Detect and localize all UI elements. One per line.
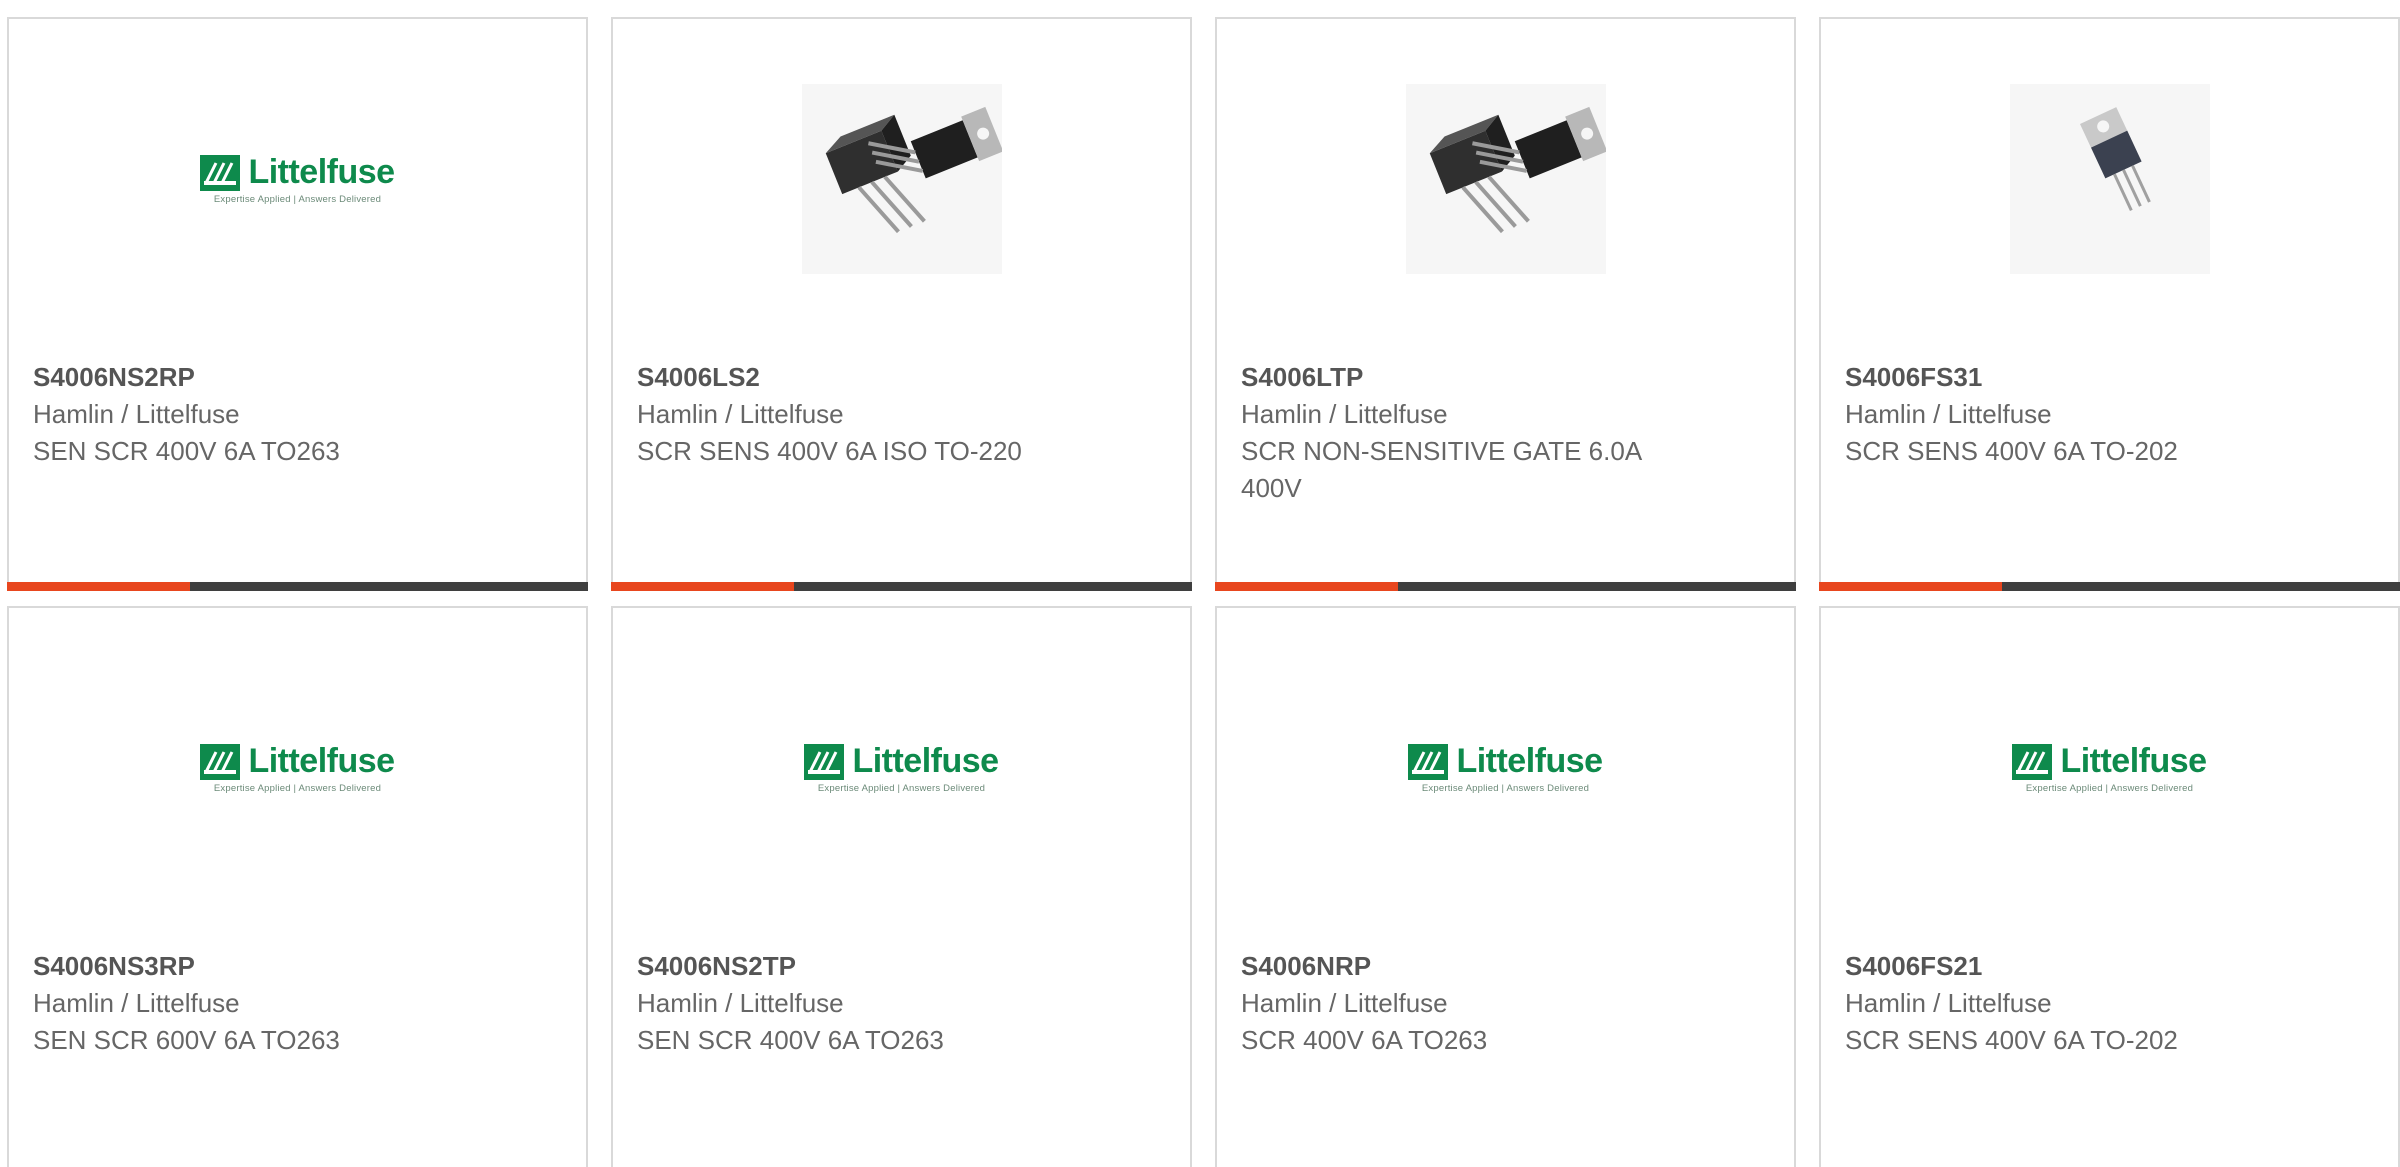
- logo-wordmark: Littelfuse: [1456, 742, 1603, 780]
- logo-tagline: Expertise Applied | Answers Delivered: [2025, 783, 2194, 794]
- product-description: SCR SENS 400V 6A TO-202: [1845, 1025, 2178, 1055]
- part-number[interactable]: S4006NS3RP: [33, 948, 562, 985]
- card-accent-bar: [7, 582, 588, 591]
- littelfuse-mark-icon: [804, 743, 845, 780]
- card-accent-bar: [611, 582, 1192, 591]
- product-image: Littelfuse Expertise Applied | Answers D…: [1217, 668, 1794, 868]
- littelfuse-logo: Littelfuse Expertise Applied | Answers D…: [196, 153, 400, 205]
- product-image: [1217, 79, 1794, 279]
- product-card[interactable]: S4006LS2 Hamlin / Littelfuse SCR SENS 40…: [611, 17, 1192, 591]
- manufacturer: Hamlin / Littelfuse: [33, 399, 240, 429]
- littelfuse-logo: Littelfuse Expertise Applied | Answers D…: [196, 742, 400, 794]
- to220-pair-photo: [801, 84, 1002, 274]
- product-description: SEN SCR 400V 6A TO263: [33, 436, 340, 466]
- product-image: [613, 79, 1190, 279]
- product-card[interactable]: Littelfuse Expertise Applied | Answers D…: [7, 606, 588, 1167]
- part-number[interactable]: S4006NS2RP: [33, 359, 562, 396]
- to202-photo: [2009, 84, 2210, 274]
- part-number[interactable]: S4006NS2TP: [637, 948, 1166, 985]
- littelfuse-mark-icon: [2012, 743, 2053, 780]
- logo-wordmark: Littelfuse: [2060, 742, 2207, 780]
- card-accent-bar: [1819, 582, 2400, 591]
- product-description: SCR SENS 400V 6A ISO TO-220: [637, 436, 1022, 466]
- product-description: SCR 400V 6A TO263: [1241, 1025, 1488, 1055]
- littelfuse-logo: Littelfuse Expertise Applied | Answers D…: [2008, 742, 2212, 794]
- product-image: Littelfuse Expertise Applied | Answers D…: [9, 79, 586, 279]
- logo-tagline: Expertise Applied | Answers Delivered: [213, 194, 382, 205]
- part-number[interactable]: S4006FS31: [1845, 359, 2374, 396]
- product-card[interactable]: Littelfuse Expertise Applied | Answers D…: [611, 606, 1192, 1167]
- card-accent-bar: [1215, 582, 1796, 591]
- manufacturer: Hamlin / Littelfuse: [1845, 988, 2052, 1018]
- product-card[interactable]: Littelfuse Expertise Applied | Answers D…: [7, 17, 588, 591]
- logo-wordmark: Littelfuse: [852, 742, 999, 780]
- manufacturer: Hamlin / Littelfuse: [1845, 399, 2052, 429]
- littelfuse-logo: Littelfuse Expertise Applied | Answers D…: [1404, 742, 1608, 794]
- product-description: SEN SCR 400V 6A TO263: [637, 1025, 944, 1055]
- product-description: SEN SCR 600V 6A TO263: [33, 1025, 340, 1055]
- manufacturer: Hamlin / Littelfuse: [33, 988, 240, 1018]
- logo-tagline: Expertise Applied | Answers Delivered: [1421, 783, 1590, 794]
- littelfuse-mark-icon: [200, 154, 241, 191]
- to220-pair-photo: [1405, 84, 1606, 274]
- logo-wordmark: Littelfuse: [248, 153, 395, 191]
- littelfuse-mark-icon: [200, 743, 241, 780]
- product-card[interactable]: Littelfuse Expertise Applied | Answers D…: [1215, 606, 1796, 1167]
- logo-tagline: Expertise Applied | Answers Delivered: [213, 783, 382, 794]
- product-card[interactable]: S4006FS31 Hamlin / Littelfuse SCR SENS 4…: [1819, 17, 2400, 591]
- manufacturer: Hamlin / Littelfuse: [1241, 399, 1448, 429]
- product-image: [1821, 79, 2398, 279]
- littelfuse-mark-icon: [1408, 743, 1449, 780]
- manufacturer: Hamlin / Littelfuse: [1241, 988, 1448, 1018]
- logo-tagline: Expertise Applied | Answers Delivered: [817, 783, 986, 794]
- product-card[interactable]: Littelfuse Expertise Applied | Answers D…: [1819, 606, 2400, 1167]
- product-image: Littelfuse Expertise Applied | Answers D…: [1821, 668, 2398, 868]
- product-grid: Littelfuse Expertise Applied | Answers D…: [0, 0, 2400, 1167]
- part-number[interactable]: S4006LTP: [1241, 359, 1770, 396]
- product-description: SCR NON-SENSITIVE GATE 6.0A 400V: [1241, 436, 1641, 503]
- part-number[interactable]: S4006LS2: [637, 359, 1166, 396]
- part-number[interactable]: S4006FS21: [1845, 948, 2374, 985]
- manufacturer: Hamlin / Littelfuse: [637, 988, 844, 1018]
- littelfuse-logo: Littelfuse Expertise Applied | Answers D…: [800, 742, 1004, 794]
- product-description: SCR SENS 400V 6A TO-202: [1845, 436, 2178, 466]
- product-image: Littelfuse Expertise Applied | Answers D…: [613, 668, 1190, 868]
- logo-wordmark: Littelfuse: [248, 742, 395, 780]
- part-number[interactable]: S4006NRP: [1241, 948, 1770, 985]
- product-image: Littelfuse Expertise Applied | Answers D…: [9, 668, 586, 868]
- product-card[interactable]: S4006LTP Hamlin / Littelfuse SCR NON-SEN…: [1215, 17, 1796, 591]
- manufacturer: Hamlin / Littelfuse: [637, 399, 844, 429]
